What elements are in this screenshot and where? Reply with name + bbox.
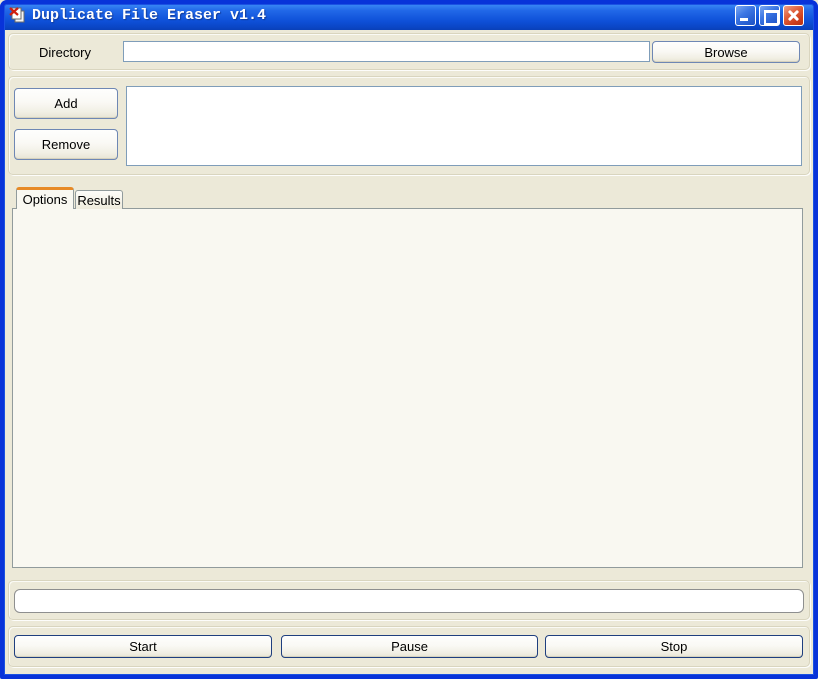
tab-options-label: Options	[23, 192, 68, 207]
tab-options[interactable]: Options	[16, 187, 74, 209]
tab-results[interactable]: Results	[75, 190, 123, 209]
titlebar[interactable]: Duplicate File Eraser v1.4	[0, 0, 818, 30]
minimize-button[interactable]	[735, 5, 756, 26]
tab-panel	[12, 208, 803, 568]
add-button-label: Add	[54, 96, 77, 111]
progress-bar	[14, 589, 804, 613]
close-button[interactable]	[783, 5, 804, 26]
pause-button-label: Pause	[391, 639, 428, 654]
stop-button-label: Stop	[661, 639, 688, 654]
browse-button-label: Browse	[704, 45, 747, 60]
directory-input[interactable]	[123, 41, 650, 62]
start-button[interactable]: Start	[14, 635, 272, 658]
app-icon	[9, 7, 26, 23]
add-button[interactable]: Add	[14, 88, 118, 119]
remove-button[interactable]: Remove	[14, 129, 118, 160]
directory-label: Directory	[39, 45, 91, 60]
pause-button[interactable]: Pause	[281, 635, 538, 658]
stop-button[interactable]: Stop	[545, 635, 803, 658]
directories-listbox[interactable]	[126, 86, 802, 166]
app-window: Duplicate File Eraser v1.4 Directory Bro…	[0, 0, 818, 679]
window-title: Duplicate File Eraser v1.4	[32, 7, 266, 24]
browse-button[interactable]: Browse	[652, 41, 800, 63]
tab-results-label: Results	[77, 193, 120, 208]
maximize-button[interactable]	[759, 5, 780, 26]
remove-button-label: Remove	[42, 137, 90, 152]
start-button-label: Start	[129, 639, 156, 654]
